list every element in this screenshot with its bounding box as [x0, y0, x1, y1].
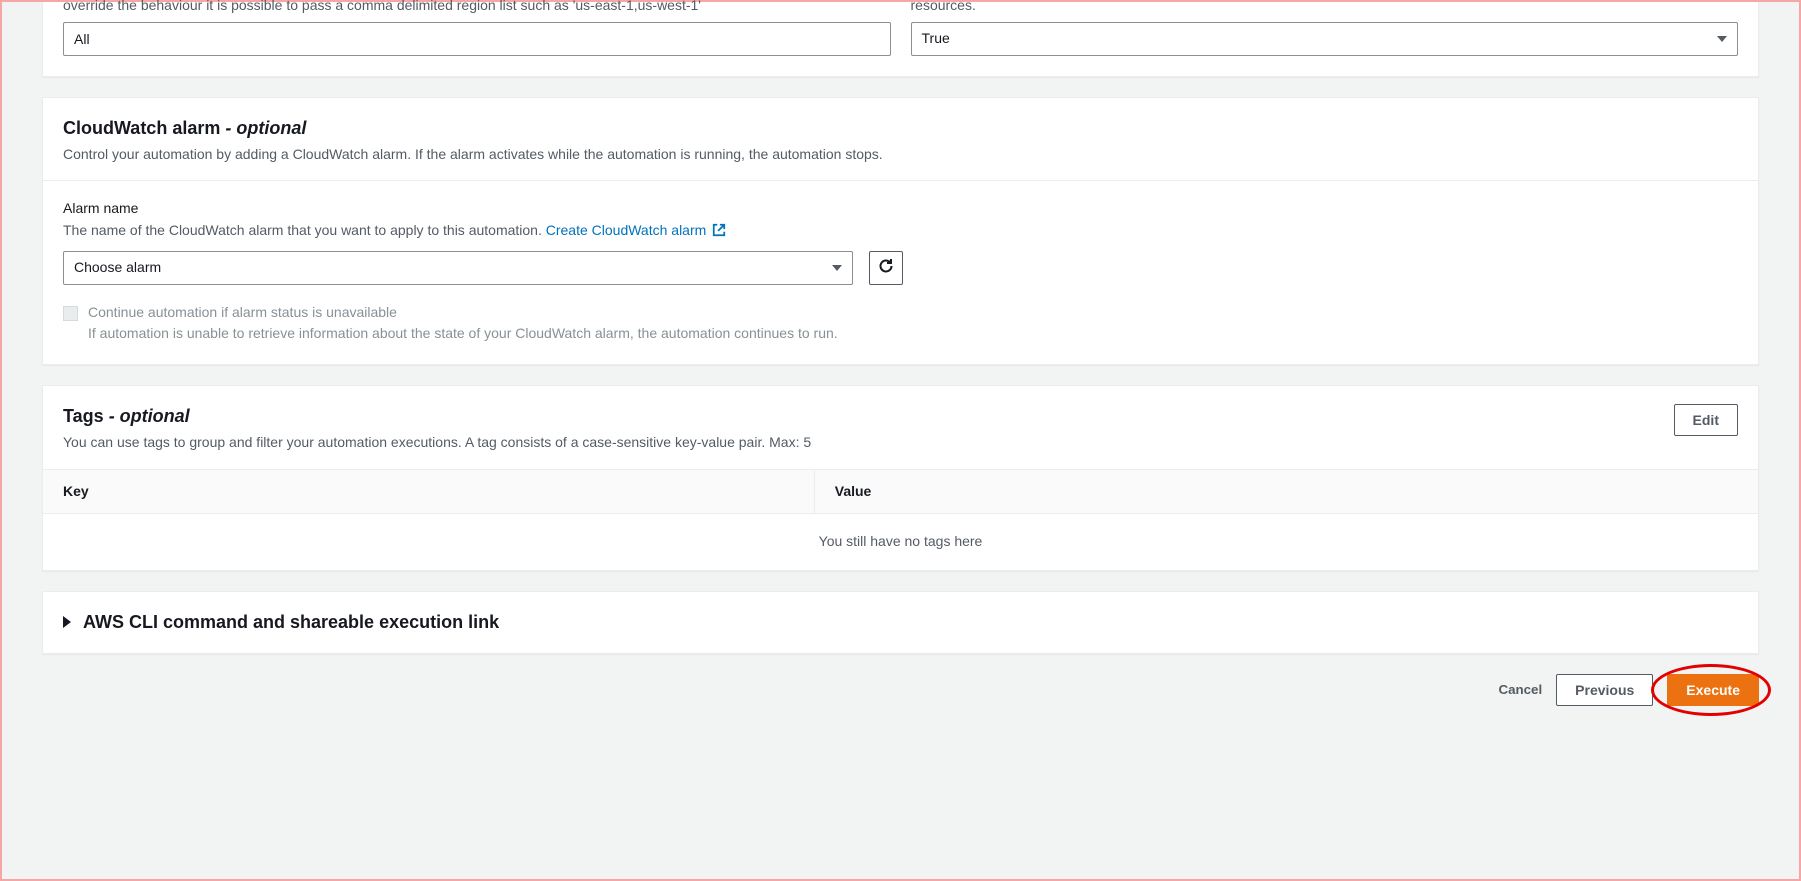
tags-panel-title: Tags - optional: [63, 404, 811, 429]
caret-right-icon: [63, 616, 71, 628]
region-helper-text: override the behaviour it is possible to…: [63, 0, 891, 16]
tags-optional-text: - optional: [104, 406, 190, 426]
tags-panel: Tags - optional You can use tags to grou…: [42, 385, 1759, 571]
cloudwatch-title-text: CloudWatch alarm: [63, 118, 220, 138]
tags-table-header: Key Value: [43, 469, 1758, 514]
resources-select[interactable]: True: [911, 22, 1739, 56]
wizard-footer: Cancel Previous Execute: [42, 674, 1759, 706]
resources-helper-text: resources.: [911, 0, 1739, 16]
refresh-alarms-button[interactable]: [869, 251, 903, 285]
tags-col-value: Value: [815, 470, 1758, 514]
tags-panel-desc: You can use tags to group and filter you…: [63, 433, 811, 453]
tags-title-text: Tags: [63, 406, 104, 426]
alarm-name-label: Alarm name: [63, 199, 1738, 219]
alarm-select[interactable]: Choose alarm: [63, 251, 853, 285]
chevron-down-icon: [832, 265, 842, 271]
cloudwatch-alarm-panel: CloudWatch alarm - optional Control your…: [42, 97, 1759, 365]
edit-tags-button[interactable]: Edit: [1674, 404, 1738, 436]
input-parameters-panel-partial: override the behaviour it is possible to…: [42, 2, 1759, 77]
previous-button[interactable]: Previous: [1556, 674, 1653, 706]
continue-checkbox-label: Continue automation if alarm status is u…: [88, 303, 838, 323]
alarm-name-help: The name of the CloudWatch alarm that yo…: [63, 221, 1738, 243]
continue-checkbox-help: If automation is unable to retrieve info…: [88, 324, 838, 344]
external-link-icon: [712, 223, 726, 243]
continue-if-unavailable-checkbox[interactable]: [63, 306, 78, 321]
cloudwatch-optional-text: - optional: [220, 118, 306, 138]
refresh-icon: [878, 258, 894, 277]
alarm-select-placeholder: Choose alarm: [74, 258, 161, 278]
region-list-input[interactable]: [63, 22, 891, 56]
resources-select-value: True: [922, 29, 950, 49]
cli-expander-title: AWS CLI command and shareable execution …: [83, 610, 499, 635]
chevron-down-icon: [1717, 36, 1727, 42]
cli-command-expander[interactable]: AWS CLI command and shareable execution …: [42, 591, 1759, 654]
cloudwatch-panel-title: CloudWatch alarm - optional: [63, 116, 1738, 141]
cloudwatch-panel-desc: Control your automation by adding a Clou…: [63, 145, 1738, 165]
create-cloudwatch-alarm-link[interactable]: Create CloudWatch alarm: [546, 222, 726, 238]
execute-button[interactable]: Execute: [1667, 674, 1759, 706]
tags-empty-state: You still have no tags here: [43, 513, 1758, 570]
tags-col-key: Key: [43, 470, 815, 514]
cancel-button[interactable]: Cancel: [1498, 682, 1542, 697]
